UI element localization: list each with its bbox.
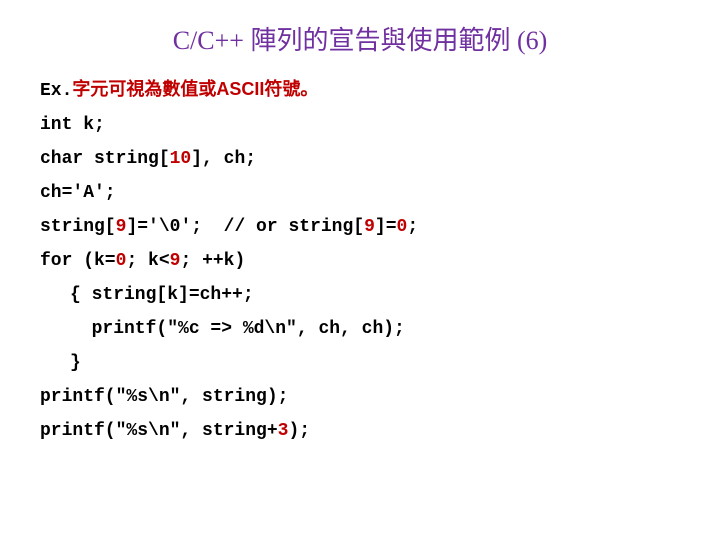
code-text: ; k< <box>126 251 169 271</box>
code-line-9: printf("%s\n", string); <box>40 387 680 407</box>
code-number: 9 <box>364 217 375 237</box>
code-text: string[ <box>40 217 116 237</box>
code-text: ]= <box>375 217 397 237</box>
code-text: printf("%s\n", string+ <box>40 421 278 441</box>
code-text: ); <box>288 421 310 441</box>
code-text: char string[ <box>40 149 170 169</box>
slide-title: C/C++ 陣列的宣告與使用範例 (6) <box>40 20 680 57</box>
code-text: ; ++k) <box>180 251 245 271</box>
slide-container: C/C++ 陣列的宣告與使用範例 (6) Ex.字元可視為數值或ASCII符號。… <box>0 0 720 475</box>
code-number: 9 <box>170 251 181 271</box>
code-number: 0 <box>397 217 408 237</box>
code-number: 0 <box>116 251 127 271</box>
code-text: ]='\0'; // or string[ <box>126 217 364 237</box>
code-line-8: } <box>40 353 680 373</box>
code-number: 9 <box>116 217 127 237</box>
code-text: ; <box>407 217 418 237</box>
ex-prefix: Ex. <box>40 81 72 101</box>
code-line-3: ch='A'; <box>40 183 680 203</box>
code-text: for (k= <box>40 251 116 271</box>
code-number: 10 <box>170 149 192 169</box>
code-line-5: for (k=0; k<9; ++k) <box>40 251 680 271</box>
example-heading: Ex.字元可視為數值或ASCII符號。 <box>40 75 680 101</box>
code-line-6: { string[k]=ch++; <box>40 285 680 305</box>
code-line-1: int k; <box>40 115 680 135</box>
code-text: ], ch; <box>191 149 256 169</box>
code-line-2: char string[10], ch; <box>40 149 680 169</box>
code-line-4: string[9]='\0'; // or string[9]=0; <box>40 217 680 237</box>
code-line-10: printf("%s\n", string+3); <box>40 421 680 441</box>
code-line-7: printf("%c => %d\n", ch, ch); <box>40 319 680 339</box>
code-number: 3 <box>278 421 289 441</box>
ex-description: 字元可視為數值或ASCII符號。 <box>72 79 318 99</box>
